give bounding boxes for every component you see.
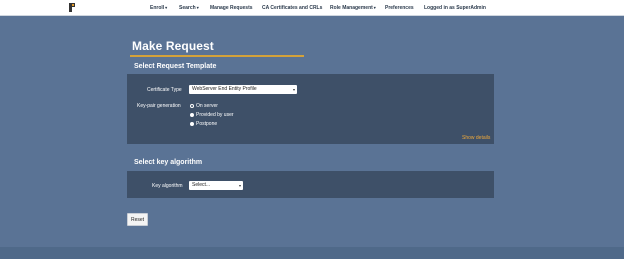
chevron-down-icon: ▾: [196, 5, 199, 10]
key-algorithm-select[interactable]: Select... ▾: [189, 181, 243, 190]
nav-search[interactable]: Search▾: [179, 4, 199, 12]
radio-selected-icon: [190, 112, 194, 117]
chevron-down-icon: ▾: [165, 5, 168, 10]
certificate-type-select[interactable]: WebServer End Entity Profile ▾: [189, 85, 297, 94]
keypair-option-label: On server: [196, 103, 218, 109]
nav-search-label: Search: [179, 5, 196, 11]
nav-role-management[interactable]: Role Management▾: [330, 4, 376, 12]
nav-role-management-label: Role Management: [330, 5, 373, 11]
certificate-type-value: WebServer End Entity Profile: [192, 86, 257, 92]
nav-preferences[interactable]: Preferences: [385, 4, 414, 12]
nav-ca-certificates[interactable]: CA Certificates and CRLs: [262, 4, 322, 12]
app-logo-icon[interactable]: [69, 3, 76, 12]
footer-strip: [0, 247, 624, 259]
top-navigation-bar: Enroll▾ Search▾ Manage Requests CA Certi…: [0, 0, 624, 16]
key-algorithm-value: Select...: [192, 182, 211, 188]
keypair-generation-label: Key-pair generation: [137, 103, 181, 109]
radio-selected-icon: [190, 121, 194, 126]
section-title-request-template: Select Request Template: [134, 63, 217, 70]
request-template-panel: [127, 74, 494, 144]
keypair-option-postpone[interactable]: Postpone: [190, 121, 217, 127]
keypair-option-on-server[interactable]: On server: [190, 103, 218, 109]
chevron-down-icon: ▾: [238, 183, 241, 188]
nav-logged-in-user[interactable]: Logged in as SuperAdmin: [424, 4, 486, 12]
title-underline: [130, 55, 304, 57]
show-details-link[interactable]: Show details: [462, 135, 490, 141]
radio-unselected-icon: [190, 103, 194, 108]
reset-button[interactable]: Reset: [127, 213, 148, 226]
chevron-down-icon: ▾: [373, 5, 376, 10]
keypair-option-label: Postpone: [196, 121, 218, 127]
section-title-key-algorithm: Select key algorithm: [134, 159, 203, 166]
keypair-option-label: Provided by user: [196, 112, 234, 118]
nav-manage-requests[interactable]: Manage Requests: [210, 4, 253, 12]
nav-enroll-label: Enroll: [150, 5, 165, 11]
page-title: Make Request: [132, 39, 214, 53]
nav-enroll[interactable]: Enroll▾: [150, 4, 167, 12]
chevron-down-icon: ▾: [292, 87, 295, 92]
keypair-option-provided-by-user[interactable]: Provided by user: [190, 112, 234, 118]
certificate-type-label: Certificate Type: [147, 87, 182, 93]
key-algorithm-label: Key algorithm: [152, 183, 183, 189]
